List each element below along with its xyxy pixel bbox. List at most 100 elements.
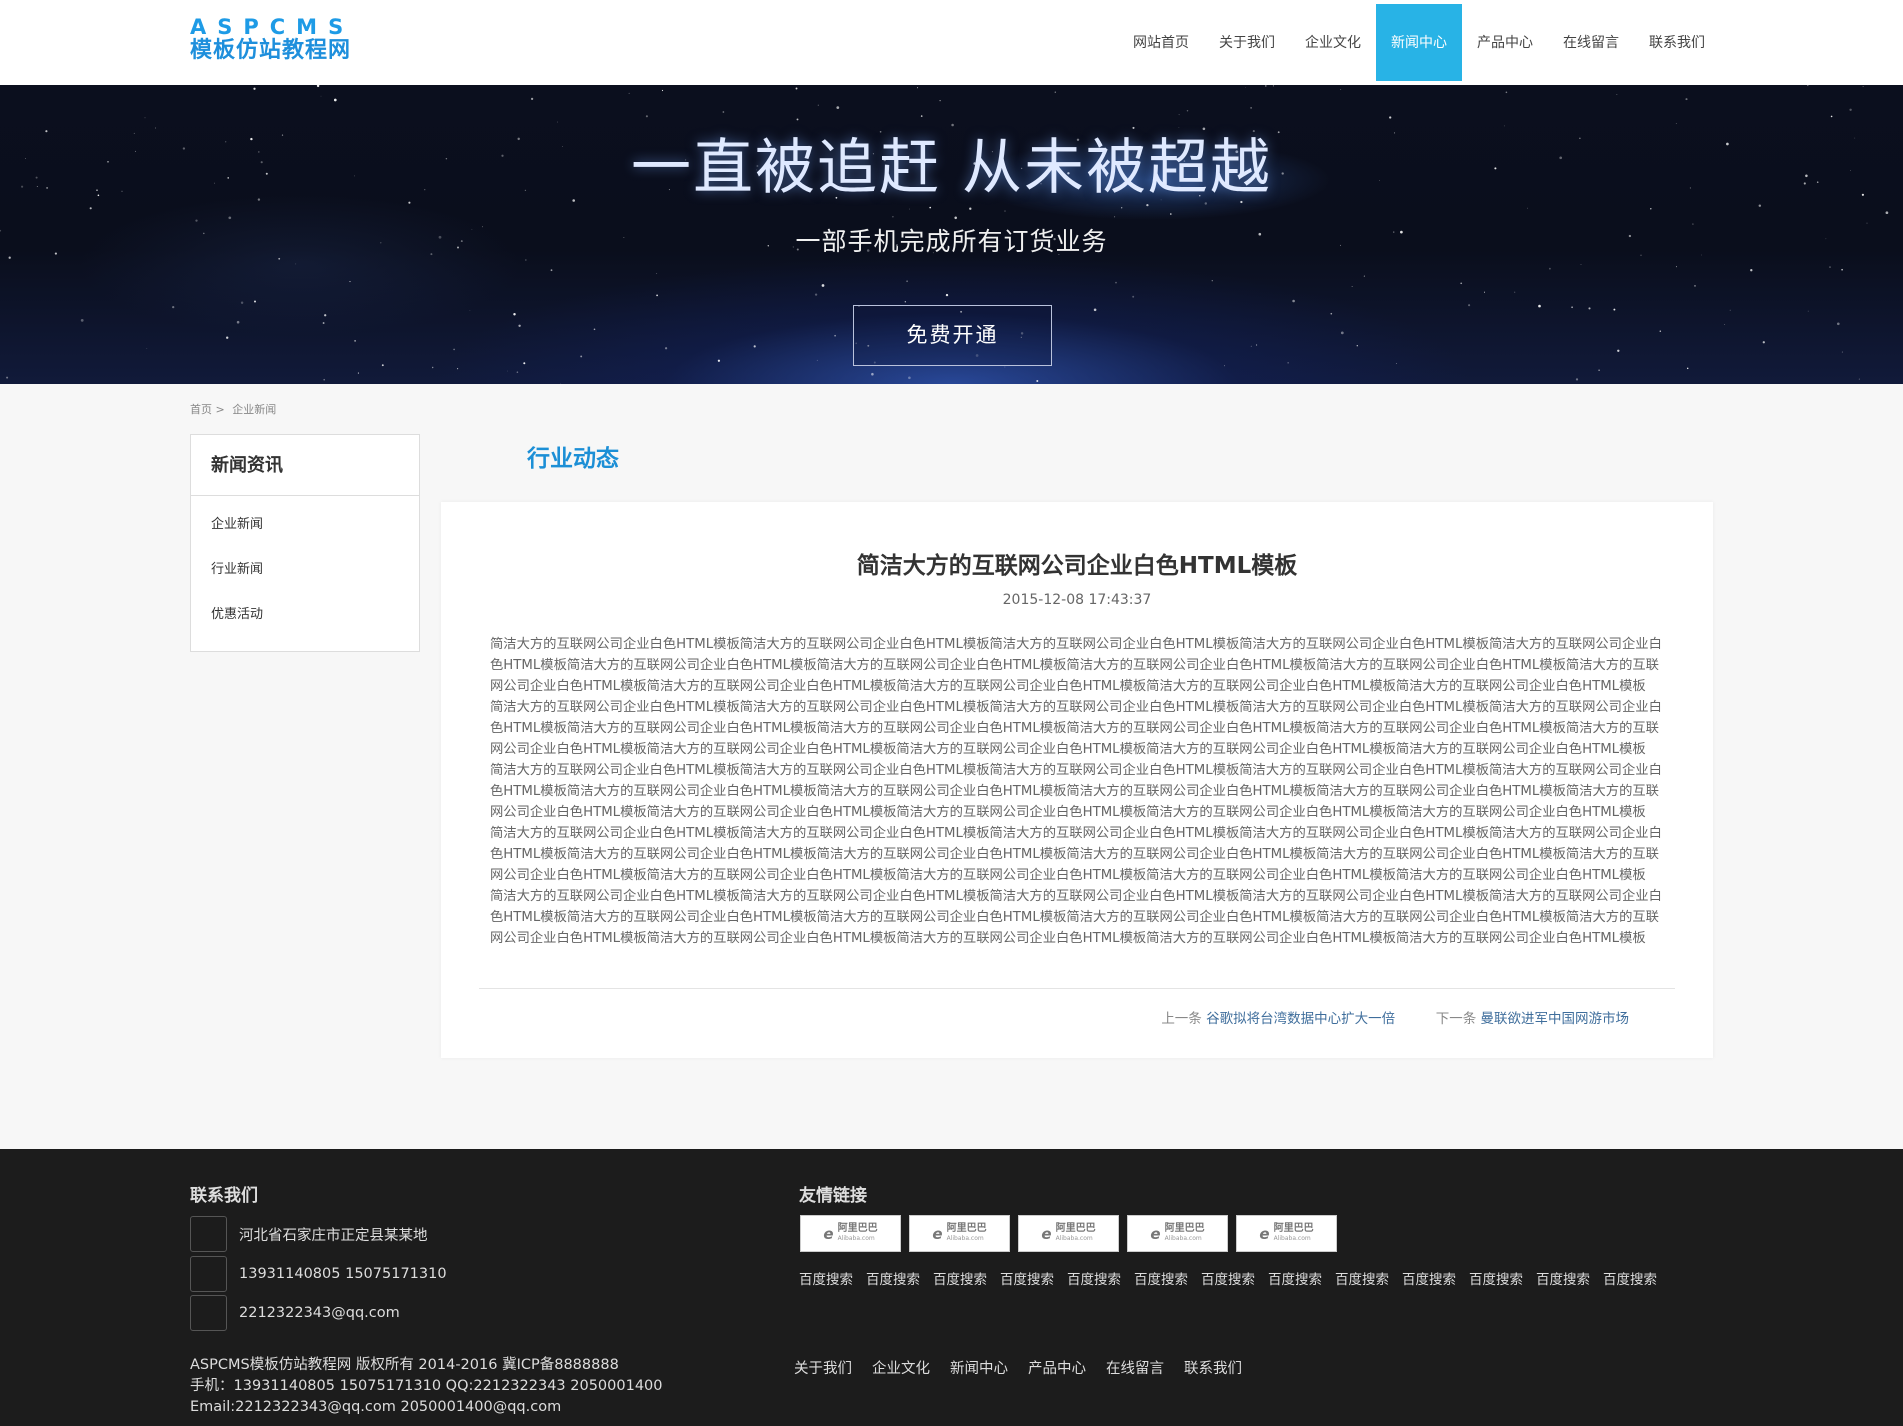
nav-about[interactable]: 关于我们 [1204, 4, 1290, 81]
friend-link[interactable]: 百度搜索 [933, 1268, 987, 1288]
friend-link[interactable]: 百度搜索 [1536, 1268, 1590, 1288]
breadcrumb-current-link[interactable]: 企业新闻 [232, 403, 276, 416]
footer-nav-message[interactable]: 在线留言 [1106, 1357, 1164, 1378]
article-paragraph: 简洁大方的互联网公司企业白色HTML模板简洁大方的互联网公司企业白色HTML模板… [490, 700, 1662, 757]
article-divider [479, 988, 1675, 989]
next-label: 下一条 [1435, 1011, 1477, 1027]
sidebar-item-company-news[interactable]: 企业新闻 [191, 510, 419, 555]
partner-logo-alibaba[interactable]: e 阿里巴巴 Alibaba.com [909, 1215, 1010, 1252]
footer-address-row: 河北省石家庄市正定县某某地 [190, 1216, 428, 1252]
footer-phone-row: 13931140805 15075171310 [190, 1256, 447, 1292]
partner-logo-text: 阿里巴巴 Alibaba.com [837, 1222, 878, 1244]
nav-products[interactable]: 产品中心 [1462, 4, 1548, 81]
article-paragraph: 简洁大方的互联网公司企业白色HTML模板简洁大方的互联网公司企业白色HTML模板… [490, 763, 1662, 820]
friend-link-list: 百度搜索 百度搜索 百度搜索 百度搜索 百度搜索 百度搜索 百度搜索 百度搜索 百度搜索 百度搜索… [799, 1268, 1670, 1288]
alibaba-logo-icon: e [1259, 1224, 1270, 1243]
article-pager: 上一条 谷歌拟将台湾数据中心扩大一倍 下一条 曼联欲进军中国网游市场 [1161, 1007, 1629, 1027]
prev-article-link[interactable]: 谷歌拟将台湾数据中心扩大一倍 [1206, 1011, 1395, 1027]
partner-logo-text: 阿里巴巴 Alibaba.com [946, 1222, 987, 1244]
site-footer: 联系我们 河北省石家庄市正定县某某地 13931140805 150751713… [0, 1149, 1903, 1426]
partner-logo-cn: 阿里巴巴 [946, 1222, 987, 1234]
footer-copyright: ASPCMS模板仿站教程网 版权所有 2014-2016 冀ICP备888888… [190, 1355, 663, 1418]
copyright-line: 手机：13931140805 15075171310 QQ:2212322343… [190, 1378, 663, 1394]
partner-logo-text: 阿里巴巴 Alibaba.com [1055, 1222, 1096, 1244]
free-trial-button[interactable]: 免费开通 [853, 305, 1052, 366]
footer-phone: 13931140805 15075171310 [239, 1266, 447, 1282]
partner-logo-en: Alibaba.com [1164, 1234, 1202, 1242]
copyright-line: ASPCMS模板仿站教程网 版权所有 2014-2016 冀ICP备888888… [190, 1357, 619, 1373]
friend-link[interactable]: 百度搜索 [866, 1268, 920, 1288]
partner-logo-cn: 阿里巴巴 [1273, 1222, 1314, 1234]
friend-link[interactable]: 百度搜索 [1402, 1268, 1456, 1288]
banner-subtitle: 一部手机完成所有订货业务 [795, 227, 1108, 256]
footer-nav-news[interactable]: 新闻中心 [950, 1357, 1008, 1378]
breadcrumb: 首页 > 企业新闻 [190, 401, 276, 417]
sidebar-list: 企业新闻 行业新闻 优惠活动 [191, 496, 419, 645]
banner-title: 一直被追赶 从未被超越 [630, 133, 1273, 203]
news-sidebar: 新闻资讯 企业新闻 行业新闻 优惠活动 [190, 434, 420, 652]
alibaba-logo-icon: e [1150, 1224, 1161, 1243]
sidebar-item-industry-news[interactable]: 行业新闻 [191, 555, 419, 600]
footer-email-row: 2212322343@qq.com [190, 1295, 400, 1331]
footer-nav-about[interactable]: 关于我们 [794, 1357, 852, 1378]
site-logo[interactable]: ASPCMS 模板仿站教程网 [190, 16, 380, 68]
footer-links-title: 友情链接 [799, 1186, 867, 1206]
friend-link[interactable]: 百度搜索 [1201, 1268, 1255, 1288]
partner-logo-cn: 阿里巴巴 [1164, 1222, 1205, 1234]
main-nav: 网站首页 关于我们 企业文化 新闻中心 产品中心 在线留言 联系我们 [1118, 4, 1720, 81]
sidebar-title: 新闻资讯 [191, 435, 419, 496]
phone-icon [190, 1256, 227, 1292]
footer-contact-title: 联系我们 [190, 1186, 258, 1206]
partner-logo-text: 阿里巴巴 Alibaba.com [1273, 1222, 1314, 1244]
partner-logo-alibaba[interactable]: e 阿里巴巴 Alibaba.com [800, 1215, 901, 1252]
article-title: 简洁大方的互联网公司企业白色HTML模板 [856, 553, 1298, 579]
footer-nav: 关于我们 企业文化 新闻中心 产品中心 在线留言 联系我们 [794, 1357, 1262, 1378]
friend-link[interactable]: 百度搜索 [1335, 1268, 1389, 1288]
article-panel: 简洁大方的互联网公司企业白色HTML模板 2015-12-08 17:43:37… [441, 502, 1713, 1058]
location-icon [190, 1216, 227, 1252]
nav-message[interactable]: 在线留言 [1548, 4, 1634, 81]
partner-logo-cn: 阿里巴巴 [837, 1222, 878, 1234]
partner-logo-en: Alibaba.com [946, 1234, 984, 1242]
breadcrumb-separator: > [215, 403, 225, 416]
friend-link[interactable]: 百度搜索 [1067, 1268, 1121, 1288]
partner-logo-alibaba[interactable]: e 阿里巴巴 Alibaba.com [1018, 1215, 1119, 1252]
footer-nav-culture[interactable]: 企业文化 [872, 1357, 930, 1378]
nav-home[interactable]: 网站首页 [1118, 4, 1204, 81]
friend-link[interactable]: 百度搜索 [1268, 1268, 1322, 1288]
hero-banner: 一直被追赶 从未被超越 一部手机完成所有订货业务 免费开通 [0, 85, 1903, 384]
partner-logo-en: Alibaba.com [1273, 1234, 1311, 1242]
friend-link[interactable]: 百度搜索 [799, 1268, 853, 1288]
logo-text-top: ASPCMS [190, 15, 355, 39]
partner-logo-alibaba[interactable]: e 阿里巴巴 Alibaba.com [1127, 1215, 1228, 1252]
friend-link[interactable]: 百度搜索 [1603, 1268, 1657, 1288]
alibaba-logo-icon: e [823, 1224, 834, 1243]
partner-logo-en: Alibaba.com [1055, 1234, 1093, 1242]
nav-culture[interactable]: 企业文化 [1290, 4, 1376, 81]
breadcrumb-home-link[interactable]: 首页 [190, 403, 212, 416]
alibaba-logo-icon: e [932, 1224, 943, 1243]
friend-link[interactable]: 百度搜索 [1469, 1268, 1523, 1288]
prev-label: 上一条 [1161, 1011, 1202, 1027]
nav-contact[interactable]: 联系我们 [1634, 4, 1720, 81]
article-paragraph: 简洁大方的互联网公司企业白色HTML模板简洁大方的互联网公司企业白色HTML模板… [490, 826, 1662, 883]
footer-nav-contact[interactable]: 联系我们 [1184, 1357, 1242, 1378]
email-icon [190, 1295, 227, 1331]
next-article-link[interactable]: 曼联欲进军中国网游市场 [1481, 1011, 1630, 1027]
friend-link[interactable]: 百度搜索 [1000, 1268, 1054, 1288]
nav-news[interactable]: 新闻中心 [1376, 4, 1462, 81]
footer-address: 河北省石家庄市正定县某某地 [239, 1227, 428, 1244]
partner-logo-cn: 阿里巴巴 [1055, 1222, 1096, 1234]
sidebar-item-promotions[interactable]: 优惠活动 [191, 600, 419, 645]
section-title: 行业动态 [527, 446, 619, 472]
alibaba-logo-icon: e [1041, 1224, 1052, 1243]
article-date: 2015-12-08 17:43:37 [1002, 592, 1152, 608]
article-paragraph: 简洁大方的互联网公司企业白色HTML模板简洁大方的互联网公司企业白色HTML模板… [490, 637, 1662, 694]
article-body: 简洁大方的互联网公司企业白色HTML模板简洁大方的互联网公司企业白色HTML模板… [490, 634, 1662, 949]
partner-logo-text: 阿里巴巴 Alibaba.com [1164, 1222, 1205, 1244]
article-paragraph: 简洁大方的互联网公司企业白色HTML模板简洁大方的互联网公司企业白色HTML模板… [490, 889, 1662, 946]
partner-logo-alibaba[interactable]: e 阿里巴巴 Alibaba.com [1236, 1215, 1337, 1252]
footer-nav-products[interactable]: 产品中心 [1028, 1357, 1086, 1378]
partner-logo-list: e 阿里巴巴 Alibaba.com e 阿里巴巴 Alibaba.com e 阿里巴巴 Ali… [800, 1215, 1345, 1252]
friend-link[interactable]: 百度搜索 [1134, 1268, 1188, 1288]
